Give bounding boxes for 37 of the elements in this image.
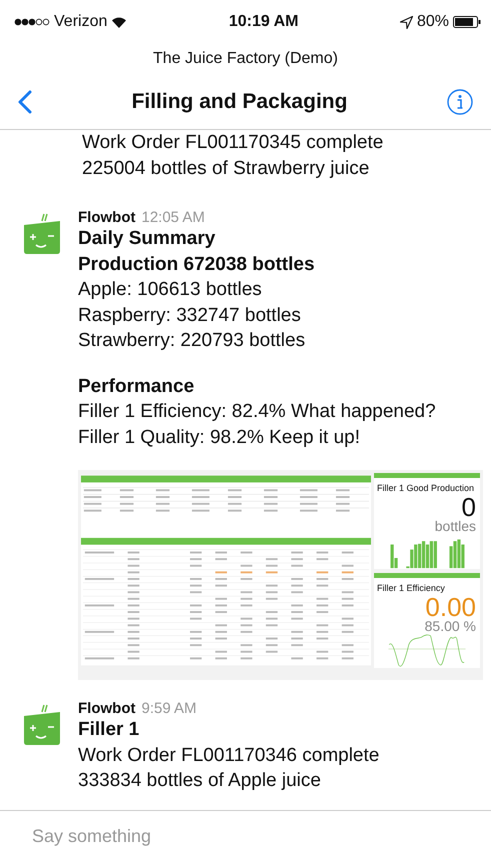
wifi-icon bbox=[111, 16, 128, 28]
tile-unit: bottles bbox=[434, 519, 477, 534]
message-heading: Production 672038 bottles bbox=[78, 252, 315, 276]
robot-avatar-icon bbox=[22, 213, 62, 255]
message-text: Work Order FL001170346 complete bbox=[78, 744, 380, 768]
location-arrow-icon bbox=[400, 16, 413, 28]
message-text: 333834 bottles of Apple juice bbox=[78, 769, 321, 793]
message-heading: Daily Summary bbox=[78, 227, 216, 251]
robot-avatar-icon bbox=[22, 704, 62, 746]
battery-percent: 80% bbox=[416, 12, 449, 32]
tile-value: 0.00 bbox=[425, 595, 477, 620]
app-subtitle: The Juice Factory (Demo) bbox=[153, 49, 338, 69]
battery-icon bbox=[453, 16, 481, 28]
message-heading: Filler 1 bbox=[78, 718, 140, 742]
message-text: Apple: 106613 bottles bbox=[78, 278, 262, 302]
back-icon[interactable] bbox=[18, 90, 32, 114]
message-heading: Performance bbox=[78, 374, 194, 398]
tile-unit: 85.00 % bbox=[424, 619, 477, 634]
screen-title: Filling and Packaging bbox=[132, 88, 348, 115]
message-text: 225004 bottles of Strawberry juice bbox=[82, 156, 370, 180]
tile-value: 0 bbox=[462, 495, 477, 520]
message-time: 9:59 AM bbox=[141, 700, 197, 717]
message-text: Filler 1 Efficiency: 82.4% What happened? bbox=[78, 400, 436, 424]
message-text: Filler 1 Quality: 98.2% Keep it up! bbox=[78, 426, 360, 450]
signal-icon bbox=[14, 18, 50, 26]
tile-title: Filler 1 Good Production bbox=[377, 482, 476, 495]
tile-title: Filler 1 Efficiency bbox=[377, 582, 446, 595]
info-icon[interactable] bbox=[447, 88, 473, 114]
author-name: Flowbot bbox=[78, 700, 136, 717]
status-time: 10:19 AM bbox=[228, 12, 298, 32]
carrier-name: Verizon bbox=[54, 12, 108, 32]
message-text: Raspberry: 332747 bottles bbox=[78, 304, 301, 328]
author-name: Flowbot bbox=[78, 209, 136, 226]
message-text: Work Order FL001170345 complete bbox=[82, 131, 384, 155]
message-time: 12:05 AM bbox=[141, 209, 205, 226]
dashboard-screenshot[interactable]: Filler 1 Good Production 0 bottles Filler 1 Efficiency 0.00 85.00 % bbox=[78, 470, 483, 680]
message-text: Strawberry: 220793 bottles bbox=[78, 329, 306, 353]
